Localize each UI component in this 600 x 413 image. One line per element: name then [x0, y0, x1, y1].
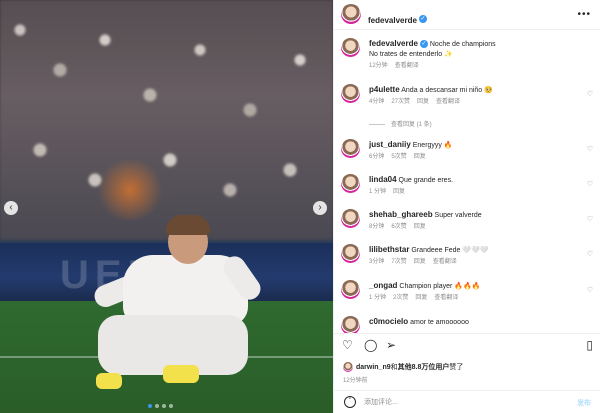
comment-time: 3分钟 — [369, 259, 385, 265]
verified-badge-icon: ✓ — [418, 14, 427, 23]
comment-time: 1 分钟 — [369, 295, 387, 301]
comment-time: 6分钟 — [369, 154, 385, 160]
comment-username[interactable]: just_daniiy — [369, 140, 411, 149]
reply-button[interactable]: 回复 — [415, 295, 427, 301]
comment-input[interactable] — [364, 395, 554, 410]
post-author: fedevalverde ✓ — [368, 10, 427, 28]
carousel-dot[interactable] — [162, 404, 166, 408]
avatar[interactable] — [341, 316, 360, 333]
comment-bubble-icon[interactable]: ◯ — [364, 338, 377, 352]
liker-username[interactable]: darwin_n9 — [356, 364, 391, 371]
comment-time: 8分钟 — [369, 224, 385, 230]
post-comment-button[interactable]: 发布 — [577, 398, 591, 408]
player-hair — [166, 215, 210, 235]
crowd-flare — [95, 160, 165, 220]
comment-likes[interactable]: 7次赞 — [391, 259, 406, 265]
emoji-icon[interactable]: ˘ — [344, 396, 356, 408]
reply-button[interactable]: 回复 — [414, 154, 426, 160]
verified-badge-icon: ✓ — [419, 40, 428, 49]
reply-button[interactable]: 回复 — [417, 99, 429, 105]
translate-link[interactable]: 查看翻译 — [434, 295, 458, 301]
comment-username[interactable]: c0mocielo — [369, 317, 408, 326]
chevron-right-icon: › — [318, 202, 322, 213]
caption-text-line2: No trates de entenderlo ✨ — [369, 51, 453, 58]
comment-text: amor te amoooooo — [410, 319, 469, 326]
comment-text: Que grande eres. — [398, 177, 454, 184]
view-replies-link[interactable]: 查看回复 (1 条) — [369, 119, 432, 128]
reply-button[interactable]: 回复 — [414, 259, 426, 265]
carousel-dot[interactable] — [148, 404, 152, 408]
likes-joiner: 和 — [390, 364, 398, 371]
comment-likes[interactable]: 6次赞 — [391, 224, 406, 230]
like-heart-icon[interactable]: ♡ — [587, 90, 593, 98]
like-heart-icon[interactable]: ♡ — [342, 338, 353, 352]
player-figure — [88, 215, 268, 405]
author-username[interactable]: fedevalverde — [368, 16, 417, 25]
reply-button[interactable]: 回复 — [414, 224, 426, 230]
avatar[interactable] — [341, 209, 360, 228]
chevron-left-icon: ‹ — [9, 202, 13, 213]
comment-text: Grandeee Fede 🤍🤍🤍 — [411, 247, 489, 254]
comment-username[interactable]: shehab_ghareeb — [369, 210, 433, 219]
comment-likes[interactable]: 2次赞 — [393, 295, 408, 301]
translate-link[interactable]: 查看翻译 — [436, 99, 460, 105]
crowd-background — [0, 0, 333, 240]
comment-likes[interactable]: 27次赞 — [391, 99, 410, 105]
like-heart-icon[interactable]: ♡ — [587, 180, 593, 188]
post-header: fedevalverde ✓ ••• — [334, 0, 600, 30]
share-paper-plane-icon[interactable]: ➢ — [386, 338, 396, 352]
avatar[interactable] — [343, 362, 353, 372]
previous-slide-button[interactable]: ‹ — [4, 201, 18, 215]
post-photo[interactable]: UEFA ‹ › — [0, 0, 333, 413]
more-options-icon[interactable]: ••• — [577, 9, 591, 20]
comment-text: Super valverde — [434, 212, 482, 219]
likes-count[interactable]: 其他8.8万位用户 — [398, 364, 450, 371]
caption-time: 12分钟 — [369, 63, 388, 69]
player-boot-right — [163, 365, 199, 383]
avatar[interactable] — [341, 38, 360, 57]
comment-likes[interactable]: 5次赞 — [391, 154, 406, 160]
likes-suffix: 赞了 — [449, 364, 464, 371]
next-slide-button[interactable]: › — [313, 201, 327, 215]
carousel-dot[interactable] — [155, 404, 159, 408]
like-heart-icon[interactable]: ♡ — [587, 215, 593, 223]
bookmark-icon[interactable]: ▯ — [586, 338, 593, 352]
reply-button[interactable]: 回复 — [393, 189, 405, 195]
translate-link[interactable]: 查看翻译 — [433, 259, 457, 265]
comment-time: 1 分钟 — [369, 189, 387, 195]
like-heart-icon[interactable]: ♡ — [587, 145, 593, 153]
avatar[interactable] — [341, 244, 360, 263]
comment-username[interactable]: lilibethstar — [369, 245, 409, 254]
comment-composer: ˘ 发布 — [334, 390, 600, 413]
avatar[interactable] — [341, 174, 360, 193]
likes-summary: darwin_n9和其他8.8万位用户赞了 — [343, 362, 463, 372]
avatar[interactable] — [341, 139, 360, 158]
translate-link[interactable]: 查看翻译 — [395, 63, 419, 69]
comment-username[interactable]: p4ulette — [369, 85, 400, 94]
carousel-dot[interactable] — [169, 404, 173, 408]
avatar[interactable] — [341, 280, 360, 299]
comment-time: 4分钟 — [369, 99, 385, 105]
like-heart-icon[interactable]: ♡ — [587, 250, 593, 258]
comment-text: Champion player 🔥🔥🔥 — [399, 283, 481, 290]
comments-list[interactable]: fedevalverde ✓ Noche de champions No trat… — [334, 31, 600, 333]
comment-text: Energyyy 🔥 — [412, 142, 453, 149]
comment-username[interactable]: _ongad — [369, 281, 397, 290]
like-heart-icon[interactable]: ♡ — [587, 286, 593, 294]
post-actions: ♡ ◯ ➢ ▯ darwin_n9和其他8.8万位用户赞了 12分钟前 ˘ 发布 — [334, 333, 600, 413]
caption-text: Noche de champions — [429, 41, 496, 48]
comment-username[interactable]: linda04 — [369, 175, 397, 184]
avatar[interactable] — [341, 4, 361, 24]
player-boot-left — [96, 373, 122, 389]
comment-text: Anda a descansar mi niño 🥺 — [401, 87, 493, 94]
caption-username[interactable]: fedevalverde — [369, 39, 418, 48]
avatar[interactable] — [341, 84, 360, 103]
carousel-dots — [148, 404, 173, 408]
post-timestamp: 12分钟前 — [343, 378, 368, 384]
post-side-panel: fedevalverde ✓ ••• fedevalverde ✓ Noche de… — [333, 0, 600, 413]
